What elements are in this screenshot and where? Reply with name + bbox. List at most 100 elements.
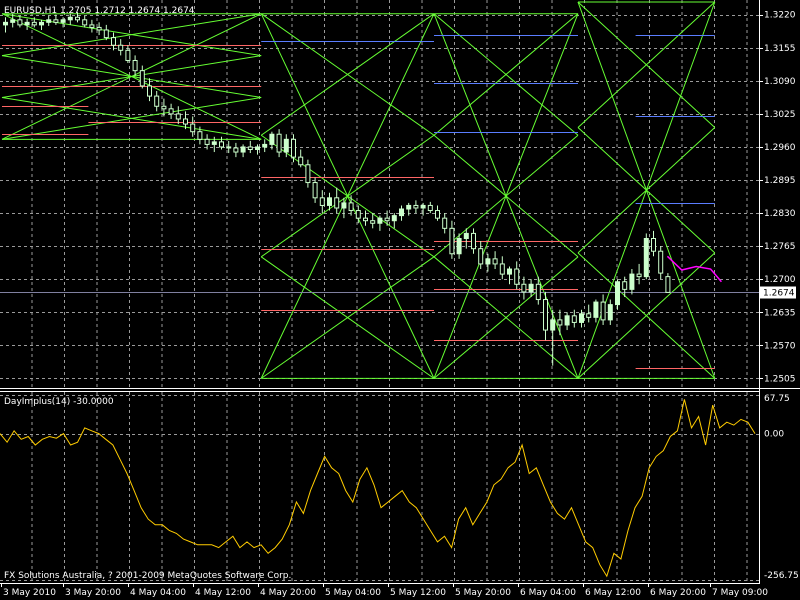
candle-body: [355, 210, 361, 219]
y-tick-label: 1.2830: [764, 209, 796, 219]
candle-body: [255, 146, 260, 150]
candle-body: [197, 131, 203, 140]
candle-body: [31, 21, 37, 26]
y-tick-label: 1.2570: [764, 341, 796, 351]
x-tick-label: 5 May 04:00: [325, 588, 381, 598]
candle-body: [528, 283, 534, 293]
x-tick-label: 7 May 09:00: [712, 588, 768, 598]
copyright-text: FX Solutions Australia, ? 2001-2009 Meta…: [4, 571, 291, 581]
chart-header: EURUSD,H1 1.2705 1.2712 1.2674 1.2674: [4, 6, 195, 16]
candle-body: [622, 281, 628, 290]
candle-body: [96, 26, 102, 31]
candle-body: [564, 315, 570, 326]
candle-body: [571, 315, 577, 323]
candle-body: [435, 210, 440, 219]
candle-body: [521, 283, 527, 293]
x-tick-label: 5 May 12:00: [390, 588, 446, 598]
candle-body: [636, 273, 642, 278]
candle-body: [579, 313, 584, 323]
candle-body: [550, 319, 556, 331]
x-tick-label: 3 May 20:00: [65, 588, 121, 598]
candle-body: [168, 108, 174, 115]
chart-canvas: 1.3220 1.3155 1.3090 1.3025 1.2960 1.2895 1.28…: [0, 0, 800, 600]
candle-body: [283, 138, 289, 153]
candle-body: [348, 202, 354, 212]
candle-body: [543, 299, 548, 331]
x-tick-label: 4 May 20:00: [260, 588, 316, 598]
candle-body: [118, 44, 124, 51]
candle-body: [190, 123, 196, 133]
candle-body: [132, 59, 138, 72]
chart-background: [0, 0, 800, 600]
candle-body: [46, 19, 52, 23]
candle-body: [175, 113, 181, 120]
candle-body: [643, 238, 649, 278]
candle-body: [125, 49, 131, 61]
candle-body: [478, 248, 484, 265]
candle-body: [535, 283, 541, 301]
candle-body: [456, 238, 462, 255]
candle-body: [492, 258, 498, 265]
candle-body: [103, 29, 109, 39]
x-tick-label: 4 May 12:00: [195, 588, 251, 598]
candle-body: [305, 164, 311, 184]
candle-body: [161, 105, 167, 110]
candle-body: [183, 118, 188, 125]
y-tick-label: 1.3090: [764, 77, 796, 87]
candle-body: [291, 138, 296, 158]
y-tick-label: 1.3155: [764, 44, 796, 54]
candle-body: [204, 138, 210, 145]
candle-body: [269, 133, 275, 145]
candle-body: [651, 238, 656, 252]
candle-body: [3, 21, 8, 26]
candle-body: [219, 141, 224, 148]
candle-body: [24, 21, 30, 26]
candle-body: [226, 146, 232, 149]
candle-body: [665, 276, 671, 293]
candle-body: [449, 227, 455, 255]
candle-body: [233, 147, 239, 153]
candle-body: [463, 232, 469, 240]
indicator-title: DayImplus(14) -30.0000: [4, 397, 114, 407]
candle-body: [557, 319, 563, 326]
candle-body: [60, 19, 66, 23]
candle-body: [147, 85, 152, 97]
candle-body: [240, 146, 246, 153]
candle-body: [53, 19, 59, 23]
y-tick-label: 1.2960: [764, 143, 796, 153]
x-tick-label: 6 May 20:00: [650, 588, 706, 598]
x-tick-label: 4 May 04:00: [130, 588, 186, 598]
candle-body: [82, 19, 88, 26]
candle-body: [334, 197, 340, 209]
y-tick-label: 1.3220: [764, 11, 796, 21]
indicator-y-label: 67.75: [764, 394, 790, 404]
y-tick-label: 1.3025: [764, 110, 796, 120]
candle-body: [17, 19, 23, 26]
candle-body: [485, 258, 491, 265]
x-tick-label: 3 May 2010: [3, 588, 56, 598]
candle-body: [499, 263, 505, 275]
candle-body: [39, 21, 44, 26]
candle-body: [514, 268, 520, 285]
candle-body: [406, 204, 412, 210]
candle-body: [341, 202, 347, 209]
y-tick-label: 1.2505: [764, 374, 796, 384]
x-tick-label: 5 May 20:00: [455, 588, 511, 598]
candle-body: [262, 143, 268, 148]
y-tick-label: 1.2700: [764, 275, 796, 285]
candle-body: [298, 156, 304, 166]
candle-body: [276, 133, 282, 153]
candle-body: [586, 313, 592, 318]
candle-body: [629, 273, 635, 290]
candle-body: [111, 37, 116, 46]
candle-body: [154, 95, 160, 107]
candle-body: [507, 268, 512, 275]
candle-body: [377, 217, 383, 224]
candle-body: [391, 215, 397, 222]
candle-body: [312, 182, 318, 199]
candle-body: [593, 301, 599, 318]
candle-body: [399, 208, 404, 217]
candle-body: [370, 220, 376, 224]
candle-body: [211, 141, 217, 145]
candle-body: [139, 70, 145, 87]
